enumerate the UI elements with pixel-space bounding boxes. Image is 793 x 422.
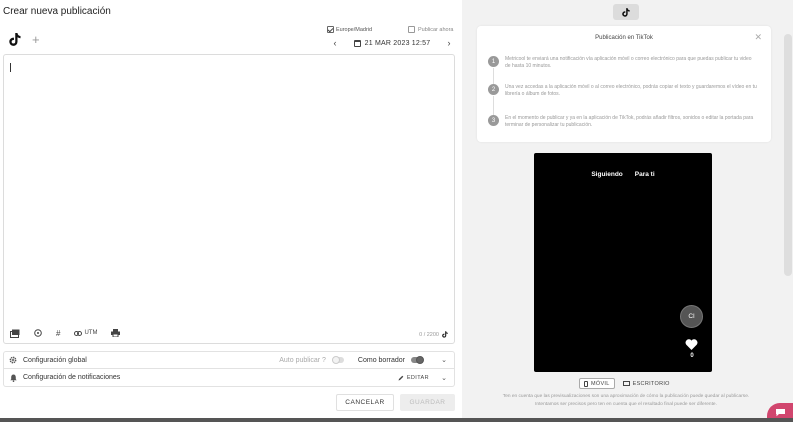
char-counter: 0 / 2200: [419, 331, 448, 338]
utm-label: UTM: [84, 330, 98, 336]
tiktok-icon[interactable]: [8, 32, 22, 46]
post-text-editor[interactable]: # UTM 0 / 2200: [3, 54, 455, 344]
step-text: En el momento de publicar y ya en la apl…: [505, 115, 754, 128]
avatar: Cl: [680, 305, 703, 328]
heart-icon: [685, 339, 698, 350]
preview-disclaimer: Ten en cuenta que las previsualizaciones…: [474, 393, 778, 409]
phone-preview: Siguiendo Para ti Cl 0: [534, 153, 712, 372]
tiktok-small-icon: [442, 331, 448, 338]
step-number: 2: [488, 84, 499, 95]
step-connector: [493, 96, 494, 115]
edit-label: EDITAR: [406, 374, 429, 381]
as-draft-label: Como borrador: [357, 356, 405, 364]
timezone-check-icon: [327, 26, 334, 33]
notifications-label: Configuración de notificaciones: [23, 374, 121, 381]
as-draft-toggle[interactable]: [411, 356, 424, 364]
timezone-label: Europe/Madrid: [336, 26, 373, 33]
auto-publish-toggle[interactable]: [331, 356, 344, 364]
tab-following: Siguiendo: [591, 171, 623, 178]
calendar-icon: [353, 39, 361, 47]
global-config-row[interactable]: Configuración global Auto publicar ? Com…: [3, 351, 455, 369]
disclaimer-line: Intentamos ser precisos pero ten en cuen…: [535, 402, 717, 407]
mobile-icon: [584, 380, 588, 387]
post-editor-panel: Crear nueva publicación + Europe/Madrid …: [0, 0, 462, 418]
save-button[interactable]: GUARDAR: [400, 394, 455, 411]
info-step: 1 Metricool te enviará una notificación …: [488, 56, 758, 70]
cancel-button[interactable]: CANCELAR: [336, 394, 394, 411]
notifications-row[interactable]: Configuración de notificaciones EDITAR ⌄: [3, 369, 455, 387]
prev-date-button[interactable]: ‹: [330, 38, 340, 48]
utm-button[interactable]: UTM: [74, 327, 97, 339]
bell-icon: [8, 374, 18, 382]
chevron-down-icon[interactable]: ⌄: [437, 356, 451, 364]
taskbar-strip: [0, 418, 793, 422]
scrollbar[interactable]: [784, 34, 792, 276]
gear-icon: [8, 356, 18, 364]
pencil-icon: [398, 375, 404, 380]
tiktok-info-card: Publicación en TikTok ✕ 1 Metricool te e…: [477, 26, 771, 142]
chat-icon: [775, 409, 785, 417]
tiktok-icon: [622, 7, 630, 17]
timezone-selector[interactable]: Europe/Madrid: [327, 26, 372, 33]
disclaimer-line: Ten en cuenta que las previsualizaciones…: [502, 394, 750, 399]
add-network-icon[interactable]: +: [32, 33, 40, 46]
media-icon[interactable]: [10, 327, 20, 339]
step-number: 1: [488, 56, 499, 67]
print-icon[interactable]: [111, 327, 121, 339]
view-desktop-button[interactable]: ESCRITORIO: [619, 378, 674, 389]
phone-tabs: Siguiendo Para ti: [534, 171, 712, 178]
likes-count: 0: [690, 353, 694, 359]
desktop-icon: [622, 381, 630, 386]
char-counter-label: 0 / 2200: [419, 331, 439, 338]
date-navigator: ‹ 21 MAR 2023 12:57 ›: [330, 36, 454, 50]
tab-for-you: Para ti: [634, 171, 655, 178]
view-mobile-label: MÓVIL: [591, 380, 610, 387]
step-text: Metricool te enviará una notificación ví…: [505, 56, 752, 69]
info-step: 3 En el momento de publicar y ya en la a…: [488, 115, 758, 129]
next-date-button[interactable]: ›: [444, 38, 454, 48]
text-caret: [10, 63, 11, 72]
step-connector: [493, 68, 494, 84]
edit-button[interactable]: EDITAR: [398, 375, 429, 381]
chevron-down-icon[interactable]: ⌄: [437, 374, 451, 382]
global-config-label: Configuración global: [23, 356, 87, 364]
link-icon: [74, 330, 83, 336]
view-mobile-button[interactable]: MÓVIL: [579, 378, 615, 389]
network-selector: +: [8, 30, 40, 48]
close-icon[interactable]: ✕: [754, 32, 762, 43]
date-label: 21 MAR 2023 12:57: [364, 39, 431, 47]
view-desktop-label: ESCRITORIO: [632, 380, 670, 387]
info-card-title: Publicación en TikTok: [595, 35, 653, 41]
publish-now-label: Publicar ahora: [418, 26, 454, 33]
step-text: Una vez accedas a la aplicación móvil o …: [505, 84, 757, 97]
preview-panel: Publicación en TikTok ✕ 1 Metricool te e…: [462, 0, 793, 422]
preview-view-toggle: MÓVIL ESCRITORIO: [579, 378, 674, 389]
date-picker[interactable]: 21 MAR 2023 12:57: [353, 39, 431, 47]
editor-toolbar: # UTM: [10, 327, 134, 339]
preview-network-tab[interactable]: [613, 4, 639, 20]
hashtag-button[interactable]: #: [56, 327, 60, 339]
page-title: Crear nueva publicación: [3, 6, 111, 17]
info-step: 2 Una vez accedas a la aplicación móvil …: [488, 84, 758, 98]
step-number: 3: [488, 115, 499, 126]
publish-now-checkbox[interactable]: Publicar ahora: [408, 26, 453, 33]
checkbox-icon: [408, 26, 415, 33]
auto-publish-label: Auto publicar ?: [279, 356, 326, 364]
emoji-icon[interactable]: [34, 327, 42, 339]
